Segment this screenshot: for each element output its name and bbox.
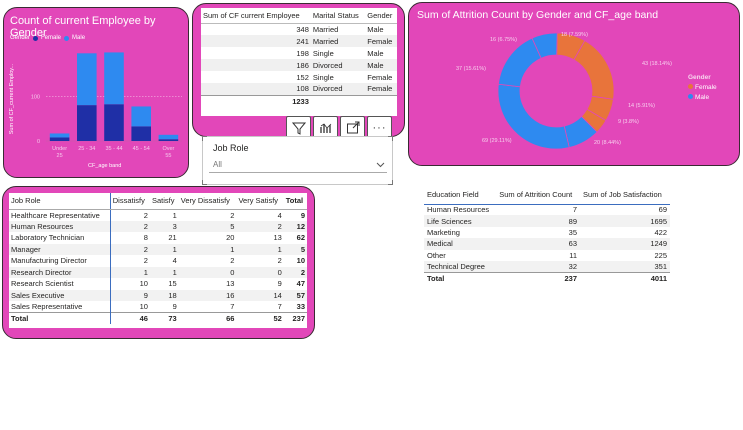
table-row[interactable]: Sales Executive 9 18 16 14 57 — [9, 289, 307, 301]
y-tick-label: 0 — [37, 139, 40, 145]
donut-data-label: 43 (18.14%) — [642, 61, 672, 67]
donut-data-label: 37 (15.61%) — [456, 66, 486, 72]
col-header-job-satisfaction[interactable]: Sum of Job Satisfaction — [580, 186, 670, 205]
x-tick-label: 45 - 54 — [133, 146, 150, 152]
total-row: Total 237 4011 — [424, 271, 670, 284]
table-row[interactable]: 348 Married Male — [201, 23, 397, 35]
table-row[interactable]: 186 Divorced Male — [201, 59, 397, 71]
bar-male-3[interactable] — [104, 52, 124, 105]
table-row[interactable]: Healthcare Representative 2 1 2 4 9 — [9, 209, 307, 221]
bar-female-4[interactable] — [131, 126, 151, 141]
x-tick-label: Under — [52, 146, 67, 152]
x-tick-label: 55 — [165, 153, 171, 159]
slicer-corner-tl — [202, 136, 207, 141]
table-row[interactable]: Laboratory Technician 8 21 20 13 62 — [9, 232, 307, 244]
table-row[interactable]: Manufacturing Director 2 4 2 2 10 — [9, 255, 307, 267]
col-header-education-field[interactable]: Education Field — [424, 186, 497, 205]
x-tick-label: 35 - 44 — [105, 146, 122, 152]
x-axis-label: CF_age band — [88, 163, 122, 169]
donut-slice-7[interactable] — [497, 37, 542, 88]
table-row[interactable]: 108 Divorced Female — [201, 83, 397, 95]
donut-data-label: 9 (3.8%) — [618, 119, 639, 125]
table-row[interactable]: Human Resources 2 3 5 2 12 — [9, 220, 307, 232]
bar-female-1[interactable] — [49, 137, 70, 141]
bar-female-3[interactable] — [104, 104, 124, 141]
gender-bar-chart: 100 0 Under25 25 - 34 35 - 44 45 - 54 Over55 — [31, 52, 182, 159]
table-row[interactable]: Other 11 225 — [424, 250, 670, 261]
table-row[interactable]: Research Director 1 1 0 0 2 — [9, 266, 307, 278]
slicer-corner-tr — [388, 136, 393, 141]
donut-data-label: 69 (29.11%) — [482, 138, 512, 144]
table-row[interactable]: 241 Married Female — [201, 35, 397, 47]
donut-data-label: 18 (7.59%) — [561, 32, 588, 38]
bar-male-2[interactable] — [77, 53, 97, 106]
bar-male-1[interactable] — [49, 133, 70, 138]
more-options-icon: ··· — [372, 121, 387, 134]
x-tick-label: 25 - 34 — [78, 146, 95, 152]
col-header-marital[interactable]: Marital Status — [310, 8, 366, 24]
col-header-gender[interactable]: Gender — [365, 8, 397, 24]
table-row[interactable]: Research Scientist 10 15 13 9 47 — [9, 278, 307, 290]
donut-data-label: 20 (8.44%) — [594, 140, 621, 146]
table-row[interactable]: Human Resources 7 69 — [424, 204, 670, 215]
col-header-very-satisfy[interactable]: Very Satisfy — [236, 193, 284, 210]
slicer-value: All — [213, 160, 222, 169]
bar-male-4[interactable] — [131, 106, 151, 127]
job-role-table: Job Role Dissatisfy Satisfy Very Dissati… — [9, 193, 307, 324]
table-row[interactable]: Marketing 35 422 — [424, 227, 670, 238]
donut-data-label: 14 (5.91%) — [628, 103, 655, 109]
analytics-icon — [319, 122, 331, 133]
legend-title: Gender — [688, 74, 711, 81]
slicer-corner-br — [388, 180, 393, 185]
table-row[interactable]: 152 Single Female — [201, 71, 397, 83]
education-table-container: Education Field Sum of Attrition Count S… — [424, 186, 670, 286]
col-header-job-role[interactable]: Job Role — [9, 193, 111, 210]
attrition-legend: Gender Female Male — [688, 73, 717, 103]
table-row[interactable]: Manager 2 1 1 1 5 — [9, 243, 307, 255]
chevron-down-icon — [376, 162, 385, 168]
bar-female-5[interactable] — [158, 139, 179, 141]
col-header-dissatisfy[interactable]: Dissatisfy — [109, 193, 150, 210]
table-row[interactable]: Life Sciences 89 1695 — [424, 215, 670, 227]
table-row[interactable]: Medical 63 1249 — [424, 238, 670, 250]
total-row: Total 46 73 66 52 237 — [9, 312, 307, 324]
x-tick-label: Over — [162, 146, 174, 152]
donut-slice-2[interactable] — [573, 40, 615, 100]
attrition-chart-card[interactable]: Sum of Attrition Count by Gender and CF_… — [408, 2, 740, 166]
education-table: Education Field Sum of Attrition Count S… — [424, 186, 670, 284]
job-role-slicer[interactable]: Job Role All — [202, 136, 393, 185]
gender-chart-card[interactable]: Count of current Employee by Gender Gend… — [3, 7, 189, 178]
job-role-table-card[interactable]: Job Role Dissatisfy Satisfy Very Dissati… — [2, 186, 315, 339]
total-row: 1233 — [201, 94, 397, 107]
col-header-sum[interactable]: Sum of CF current Employee — [201, 8, 311, 24]
slicer-dropdown[interactable]: All — [209, 157, 387, 173]
legend-female-marker — [688, 84, 693, 89]
legend-item-male: Male — [688, 93, 717, 103]
table-row[interactable]: Sales Representative 10 9 7 7 33 — [9, 301, 307, 313]
bar-female-2[interactable] — [77, 105, 97, 141]
col-header-satisfy[interactable]: Satisfy — [149, 193, 179, 210]
bar-male-5[interactable] — [158, 134, 179, 140]
donut-data-label: 16 (6.75%) — [490, 37, 517, 43]
legend-male-marker — [688, 94, 693, 99]
focus-mode-icon — [346, 121, 359, 133]
marital-table: Sum of CF current Employee Marital Statu… — [201, 8, 397, 107]
table-row[interactable]: Technical Degree 32 351 — [424, 260, 670, 273]
col-header-attrition[interactable]: Sum of Attrition Count — [496, 186, 581, 205]
slicer-title: Job Role — [213, 143, 249, 153]
x-tick-label: 25 — [57, 153, 63, 159]
y-tick-label: 100 — [31, 95, 40, 101]
legend-item-female: Female — [688, 83, 717, 93]
slicer-corner-bl — [202, 180, 207, 185]
filter-icon — [291, 122, 306, 135]
col-header-total[interactable]: Total — [283, 193, 307, 210]
col-header-very-dissatisfy[interactable]: Very Dissatisfy — [178, 193, 237, 210]
table-row[interactable]: 198 Single Male — [201, 47, 397, 59]
